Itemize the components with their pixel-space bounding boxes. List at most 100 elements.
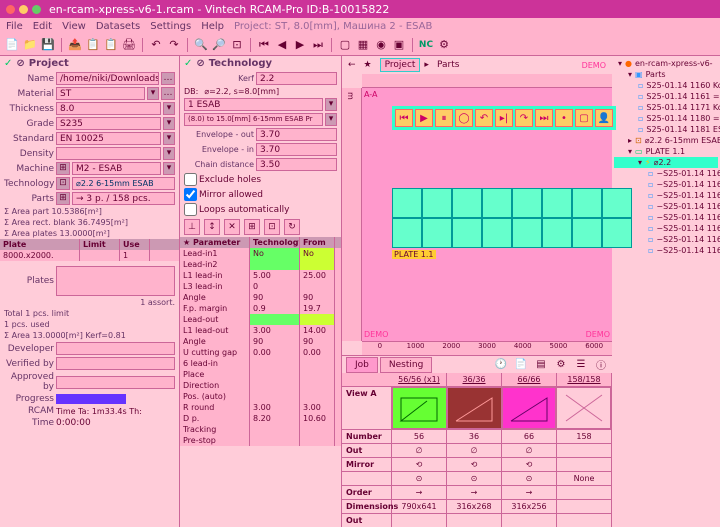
density-field[interactable]	[56, 147, 161, 160]
canvas-viewport[interactable]: m A-A ⏮ ▶ ⏸ ◯ ↶ ▸| ↷ ⏭ • ▢ 👤	[342, 74, 612, 355]
param-row[interactable]: Lead-in2	[180, 259, 341, 270]
bc-icon[interactable]: ★	[360, 59, 376, 71]
doc-icon[interactable]: 📄	[514, 358, 528, 372]
tree-item[interactable]: ▫S25-01.14 1171 Koc	[614, 102, 718, 113]
open-icon[interactable]: 📁	[22, 37, 38, 53]
name-field[interactable]: /home/niki/Downloads/er	[56, 72, 159, 85]
developer-field[interactable]	[56, 342, 175, 355]
save-icon[interactable]: 💾	[40, 37, 56, 53]
menu-view[interactable]: View	[62, 21, 86, 32]
report2-icon[interactable]: 📋	[103, 37, 119, 53]
material-field[interactable]: ST	[56, 87, 145, 100]
person-icon[interactable]: 👤	[595, 109, 613, 127]
cancel-icon[interactable]: ⊘	[16, 58, 24, 69]
undo-icon[interactable]: ↶	[148, 37, 164, 53]
param-row[interactable]: L3 lead-in0	[180, 281, 341, 292]
settings-icon[interactable]: ⚙	[436, 37, 452, 53]
machine-field[interactable]: M2 - ESAB	[72, 162, 161, 175]
machine-icon[interactable]: ⊞	[56, 162, 70, 175]
nc-icon[interactable]: NC	[418, 37, 434, 53]
chain-field[interactable]: 3.50	[256, 158, 337, 171]
last-icon[interactable]: ⏭	[310, 37, 326, 53]
redo-icon[interactable]: ↷	[166, 37, 182, 53]
box-icon[interactable]: ▢	[575, 109, 593, 127]
tree-root[interactable]: ▾●en-rcam-xpress-v6-	[614, 58, 718, 69]
technology-field[interactable]: ⌀2.2 6-15mm ESAB	[72, 177, 175, 190]
clock-icon[interactable]: 🕐	[494, 358, 508, 372]
tree-tech[interactable]: ▸⊡⌀2.2 6-15mm ESAB P	[614, 135, 718, 146]
tree-parts[interactable]: ▾▣Parts	[614, 69, 718, 80]
mirror-allowed-checkbox[interactable]	[184, 188, 197, 201]
new-icon[interactable]: 📄	[4, 37, 20, 53]
param-row[interactable]: U cutting gap0.000.00	[180, 347, 341, 358]
thumb-2[interactable]	[447, 387, 502, 429]
esab-select[interactable]: 1 ESAB	[184, 98, 323, 111]
anim-icon[interactable]: ◉	[373, 37, 389, 53]
plate-preview[interactable]	[392, 188, 632, 248]
tree-leaf[interactable]: ▫−S25-01.14 1161	[614, 168, 718, 179]
param-row[interactable]: L1 lead-out3.0014.00	[180, 325, 341, 336]
param-row[interactable]: F.p. margin0.919.7	[180, 303, 341, 314]
thickness-field[interactable]: 8.0	[56, 102, 161, 115]
tree-dia[interactable]: ▾⚡⌀2.2	[614, 157, 718, 168]
bc-back-icon[interactable]: ←	[348, 60, 356, 70]
tab-job[interactable]: Job	[346, 357, 378, 373]
menu-edit[interactable]: Edit	[33, 21, 52, 32]
tool5-icon[interactable]: ⊡	[264, 219, 280, 235]
skip-fwd-icon[interactable]: ↷	[515, 109, 533, 127]
menu-settings[interactable]: Settings	[150, 21, 191, 32]
tree-item[interactable]: ▫S25-01.14 1160 Koc	[614, 80, 718, 91]
prev-icon[interactable]: ◀	[274, 37, 290, 53]
cancel-icon[interactable]: ⊘	[196, 58, 204, 69]
grade-field[interactable]: S235	[56, 117, 161, 130]
param-row[interactable]: Tracking	[180, 424, 341, 435]
tree-item[interactable]: ▫S25-01.14 1180 =Be	[614, 113, 718, 124]
export-icon[interactable]: 📤	[67, 37, 83, 53]
param-row[interactable]: Place	[180, 369, 341, 380]
browse-icon[interactable]: …	[161, 72, 175, 85]
tree-item[interactable]: ▫S25-01.14 1181 ESAB P	[614, 124, 718, 135]
env-in-field[interactable]: 3.70	[256, 143, 337, 156]
menu-help[interactable]: Help	[201, 21, 224, 32]
param-row[interactable]: L1 lead-in5.0025.00	[180, 270, 341, 281]
play-icon[interactable]: ▶	[415, 109, 433, 127]
box2-icon[interactable]: ▣	[391, 37, 407, 53]
zoom-out-icon[interactable]: 🔎	[211, 37, 227, 53]
prev-track-icon[interactable]: ⏮	[395, 109, 413, 127]
tool3-icon[interactable]: ✕	[224, 219, 240, 235]
tech-icon[interactable]: ⊡	[56, 177, 70, 190]
param-row[interactable]: Pos. (auto)	[180, 391, 341, 402]
skip-back-icon[interactable]: ↶	[475, 109, 493, 127]
tree-item[interactable]: ▫S25-01.14 1161 =Be	[614, 91, 718, 102]
dropdown-icon[interactable]: ▾	[147, 87, 159, 100]
window-controls[interactable]	[6, 5, 41, 14]
param-row[interactable]: Angle9090	[180, 292, 341, 303]
param-row[interactable]: D p.8.2010.60	[180, 413, 341, 424]
refresh-icon[interactable]: ↻	[284, 219, 300, 235]
grid-icon[interactable]: ▦	[355, 37, 371, 53]
param-row[interactable]: Pre-stop	[180, 435, 341, 446]
menu-file[interactable]: File	[6, 21, 23, 32]
param-row[interactable]: Lead-in1NoNo	[180, 248, 341, 259]
loops-auto-checkbox[interactable]	[184, 203, 197, 216]
menu-datasets[interactable]: Datasets	[96, 21, 140, 32]
list-icon[interactable]: ☰	[574, 358, 588, 372]
thumb-1[interactable]	[392, 387, 447, 429]
print-icon[interactable]: 🖨	[121, 37, 137, 53]
first-icon[interactable]: ⏮	[256, 37, 272, 53]
verified-field[interactable]	[56, 357, 175, 370]
kerf-field[interactable]: 2.2	[256, 72, 337, 85]
plate-row[interactable]: 8000.x2000.1	[0, 250, 179, 261]
param-row[interactable]: 6 lead-in	[180, 358, 341, 369]
gear-icon[interactable]: ⚙	[554, 358, 568, 372]
next-icon[interactable]: ▶	[292, 37, 308, 53]
box-icon[interactable]: ▢	[337, 37, 353, 53]
dot-icon[interactable]: •	[555, 109, 573, 127]
zoom-in-icon[interactable]: 🔍	[193, 37, 209, 53]
tab-nesting[interactable]: Nesting	[380, 357, 432, 373]
tool2-icon[interactable]: ↕	[204, 219, 220, 235]
thumb-3[interactable]	[502, 387, 557, 429]
bc-project[interactable]: Project	[380, 58, 421, 72]
param-row[interactable]: Direction	[180, 380, 341, 391]
info-icon[interactable]: ⓘ	[594, 358, 608, 372]
